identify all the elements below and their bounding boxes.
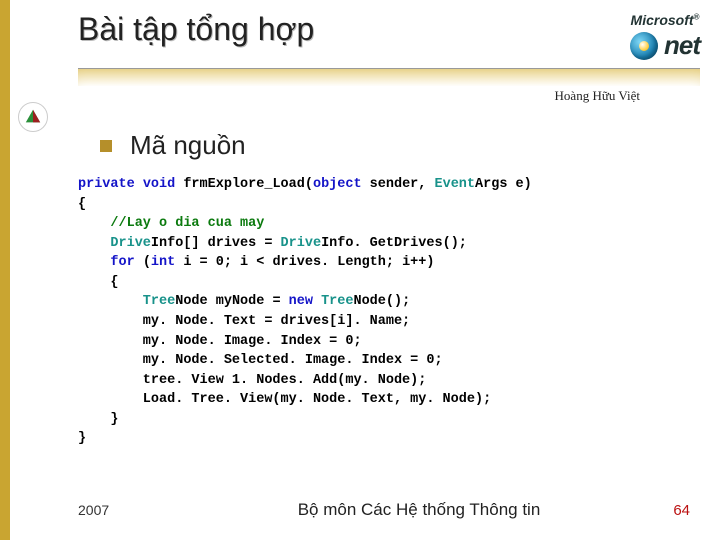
- page-number: 64: [650, 502, 690, 519]
- logo-net-text: net: [664, 30, 700, 61]
- registered-icon: ®: [694, 12, 700, 21]
- code-block: private void frmExplore_Load(object send…: [78, 175, 680, 449]
- dotnet-icon: [630, 32, 658, 60]
- author-name: Hoàng Hữu Việt: [555, 88, 640, 104]
- slide-bullet-icon: [18, 102, 48, 132]
- subheading-text: Mã nguồn: [130, 130, 246, 161]
- subheading: Mã nguồn: [100, 130, 246, 161]
- accent-strip: [0, 0, 10, 540]
- logo-top-text: Microsoft: [631, 12, 694, 28]
- square-bullet-icon: [100, 140, 112, 152]
- page-title: Bài tập tổng hợp: [78, 12, 314, 47]
- msnet-logo: Microsoft® net: [630, 12, 700, 61]
- footer-year: 2007: [78, 502, 188, 518]
- header-rule: [78, 68, 700, 86]
- footer: 2007 Bộ môn Các Hệ thống Thông tin 64: [78, 500, 690, 520]
- footer-department: Bộ môn Các Hệ thống Thông tin: [188, 500, 650, 520]
